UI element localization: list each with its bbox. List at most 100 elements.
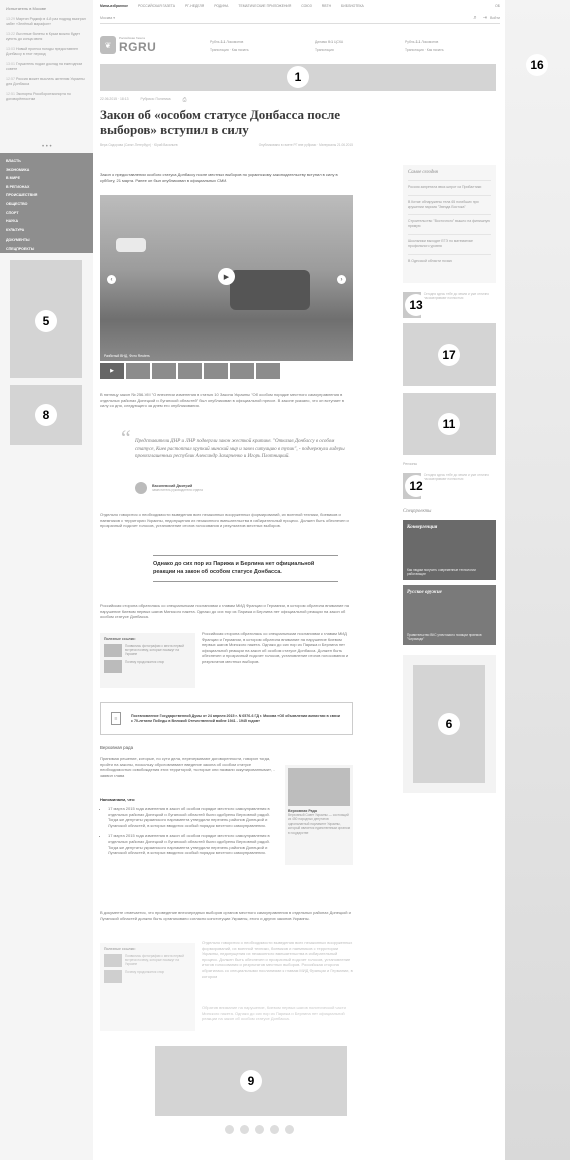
rubric-link[interactable]: НАУКА	[6, 217, 87, 226]
related-links-box: Полезные ссылки: Появились фотографии с …	[100, 943, 195, 1031]
news-item[interactable]: 13:01 Глушитель подал доклад на ежегодно…	[6, 62, 88, 72]
ad-slot-5[interactable]: 5	[10, 260, 82, 378]
article-rubric[interactable]: Рубрика: Политика	[140, 97, 170, 103]
popular-item[interactable]: В Одесской области ночью	[408, 253, 491, 264]
ad-slot-9[interactable]: 9	[155, 1046, 347, 1116]
menu-item[interactable]: ТЕМАТИЧЕСКИЕ ПРИЛОЖЕНИЯ	[238, 4, 291, 8]
info-card[interactable]: Верховная Рада Верховный Совет Украины —…	[285, 765, 353, 865]
special-project-card[interactable]: Русское оружие Правительство ВКС уничтож…	[403, 585, 496, 645]
article-date: 22.06.2015 · 18:13	[100, 97, 129, 101]
popular-item[interactable]: Школьники выходят ЕГЭ по математике проф…	[408, 233, 491, 249]
menu-item[interactable]: РОДИНА	[214, 4, 228, 8]
login-link[interactable]: Войти	[490, 16, 500, 20]
photo-gallery[interactable]: ▶ ‹ › Разбитый ВНД. Фото Reuters	[100, 195, 353, 361]
thumbnail[interactable]	[230, 363, 254, 379]
score-widget[interactable]: Рубль 2-1 Локомотив Трансляция · Как нач…	[405, 40, 444, 52]
menu-item[interactable]: ОБ	[495, 4, 500, 8]
popular-item[interactable]: Строительство "Восточного" вышло на фини…	[408, 214, 491, 229]
thumbnail[interactable]	[126, 363, 150, 379]
rubric-link[interactable]: СПОРТ	[6, 209, 87, 218]
logo-title: RGRU	[119, 40, 157, 54]
rubric-link[interactable]: ОБЩЕСТВО	[6, 200, 87, 209]
news-text: Россия может выслать жителям Украины для…	[6, 77, 85, 86]
thumbnail-video-icon[interactable]: ▶	[100, 363, 124, 379]
rubric-link[interactable]: ЭКОНОМИКА	[6, 166, 87, 175]
play-icon[interactable]: ▶	[218, 268, 235, 285]
author-names[interactable]: Вера Сидорова (Санкт-Петербург) · Юрий В…	[100, 143, 178, 147]
news-text: Мартин Рэдкиф в 4-й раз подряд выиграл з…	[6, 17, 86, 26]
menu-item[interactable]: СОЮЗ	[301, 4, 312, 8]
menu-item[interactable]: БИБЛИОТЕКА	[341, 4, 364, 8]
ad-number-badge: 11	[438, 413, 460, 435]
rubric-link[interactable]: В РЕГИОНАХ	[6, 183, 87, 192]
rubric-link[interactable]: КУЛЬТУРА	[6, 226, 87, 235]
reminder-heading: Напоминаем, что:	[100, 797, 136, 802]
rubric-link[interactable]: ПРОИСШЕСТВИЯ	[6, 191, 87, 200]
team-label: Локомотив	[421, 40, 439, 44]
popular-item[interactable]: В Китае обнаружены тела 65 погибших при …	[408, 194, 491, 210]
prev-arrow-icon[interactable]: ‹	[107, 275, 116, 284]
share-icon[interactable]	[225, 1125, 234, 1134]
thumbnail[interactable]	[204, 363, 228, 379]
news-item[interactable]: 13:03 Новый прогноз погоды предоставлен …	[6, 47, 88, 57]
related-item[interactable]: Появились фотографии с места первой встр…	[104, 954, 191, 967]
rubric-link[interactable]: ВЛАСТЬ	[6, 157, 87, 166]
related-text: Почему продолжится спор	[125, 660, 165, 664]
menu-item[interactable]: РОССИЙСКАЯ ГАЗЕТА	[138, 4, 175, 8]
thumbnail[interactable]	[152, 363, 176, 379]
share-icon[interactable]	[255, 1125, 264, 1134]
news-time: 13:01	[6, 62, 15, 66]
ad-number-badge: 8	[35, 404, 57, 426]
ad-number-badge: 1	[287, 66, 309, 88]
related-item[interactable]: Почему продолжится спор	[104, 660, 191, 673]
ad-slot-1[interactable]: 1	[100, 64, 496, 91]
search-icon[interactable]: ⌕	[473, 15, 476, 22]
ad-slot-11[interactable]: 11	[403, 393, 496, 455]
vehicle-shape	[230, 270, 310, 310]
more-news-button[interactable]: • • •	[42, 144, 52, 150]
related-item[interactable]: Появились фотографии с места первой встр…	[104, 644, 191, 657]
related-item[interactable]: Почему продолжится спор	[104, 970, 191, 983]
promo-text: Правительство ВКС уничтожило позиции при…	[407, 632, 482, 641]
thumbnail[interactable]	[178, 363, 202, 379]
ad-slot-17[interactable]: 17	[403, 323, 496, 386]
share-icon[interactable]	[240, 1125, 249, 1134]
rubric-link[interactable]: СПЕЦПРОЕКТЫ	[6, 245, 87, 254]
ad-slot-8[interactable]: 8	[10, 385, 82, 445]
quote-mark-icon: “	[121, 425, 131, 450]
news-item[interactable]: 12:51 Экспорты Рособоронэкспорта по дого…	[6, 92, 88, 102]
menu-item[interactable]: Мини-избранное	[100, 4, 128, 8]
ad-slot-6[interactable]: 6	[413, 665, 485, 783]
share-icon[interactable]	[270, 1125, 279, 1134]
rubric-link[interactable]: ДОКУМЕНТЫ	[6, 236, 87, 245]
share-icon[interactable]	[285, 1125, 294, 1134]
print-icon[interactable]: ⎙	[183, 97, 187, 103]
menu-item[interactable]: РГ-НЕДЕЛЯ	[185, 4, 204, 8]
site-logo[interactable]: ❦ Российская Газета RGRU	[100, 34, 160, 56]
special-project-card[interactable]: Конвергенция Как людям получить современ…	[403, 520, 496, 580]
login-icon[interactable]: ⇥	[483, 15, 487, 21]
news-time: 13:29	[6, 17, 15, 21]
document-link[interactable]: ≡ Постановление Государственной Думы от …	[100, 702, 353, 735]
score-widget[interactable]: Рубль 2-1 Локомотив Трансляция · Как нач…	[210, 40, 249, 52]
news-item[interactable]: 13:22 Льготные билеты в Крым можно будет…	[6, 32, 88, 42]
rubric-link[interactable]: В МИРЕ	[6, 174, 87, 183]
news-text: Глушитель подал доклад на ежегодном сове…	[6, 62, 82, 71]
mini-ad-13[interactable]: 13 Сегодня здесь тебе до земли и уже отл…	[403, 292, 496, 320]
region-select[interactable]: Москва ▾	[100, 16, 115, 20]
next-arrow-icon[interactable]: ›	[337, 275, 346, 284]
news-item[interactable]: 13:29 Мартин Рэдкиф в 4-й раз подряд выи…	[6, 17, 88, 27]
right-rail-ad-16[interactable]: 16	[505, 0, 570, 1160]
score-widget[interactable]: Динамо 0:1 ЦСКА Трансляция	[315, 40, 343, 52]
mini-ad-12[interactable]: 12 Сегодня здесь тебе до земли и уже отл…	[403, 473, 496, 501]
city-label[interactable]: Испытатель в Москве	[6, 6, 46, 11]
thumbnail[interactable]	[256, 363, 280, 379]
news-item[interactable]: 12:57 Россия может выслать жителям Украи…	[6, 77, 88, 87]
article-paragraph: В документе отмечается, что проведение в…	[100, 910, 351, 921]
reminder-list: 17 марта 2015 года изменения в закон об …	[108, 806, 280, 861]
menu-item[interactable]: RBTH	[322, 4, 331, 8]
popular-item[interactable]: Россия запретила ввоз шпрот из Прибалтик…	[408, 180, 491, 190]
rubrics-menu: ВЛАСТЬ ЭКОНОМИКА В МИРЕ В РЕГИОНАХ ПРОИС…	[0, 153, 93, 253]
search-bar: Москва ▾ ⌕ ⇥ Войти	[100, 13, 500, 24]
team-label: Динамо	[315, 40, 328, 44]
